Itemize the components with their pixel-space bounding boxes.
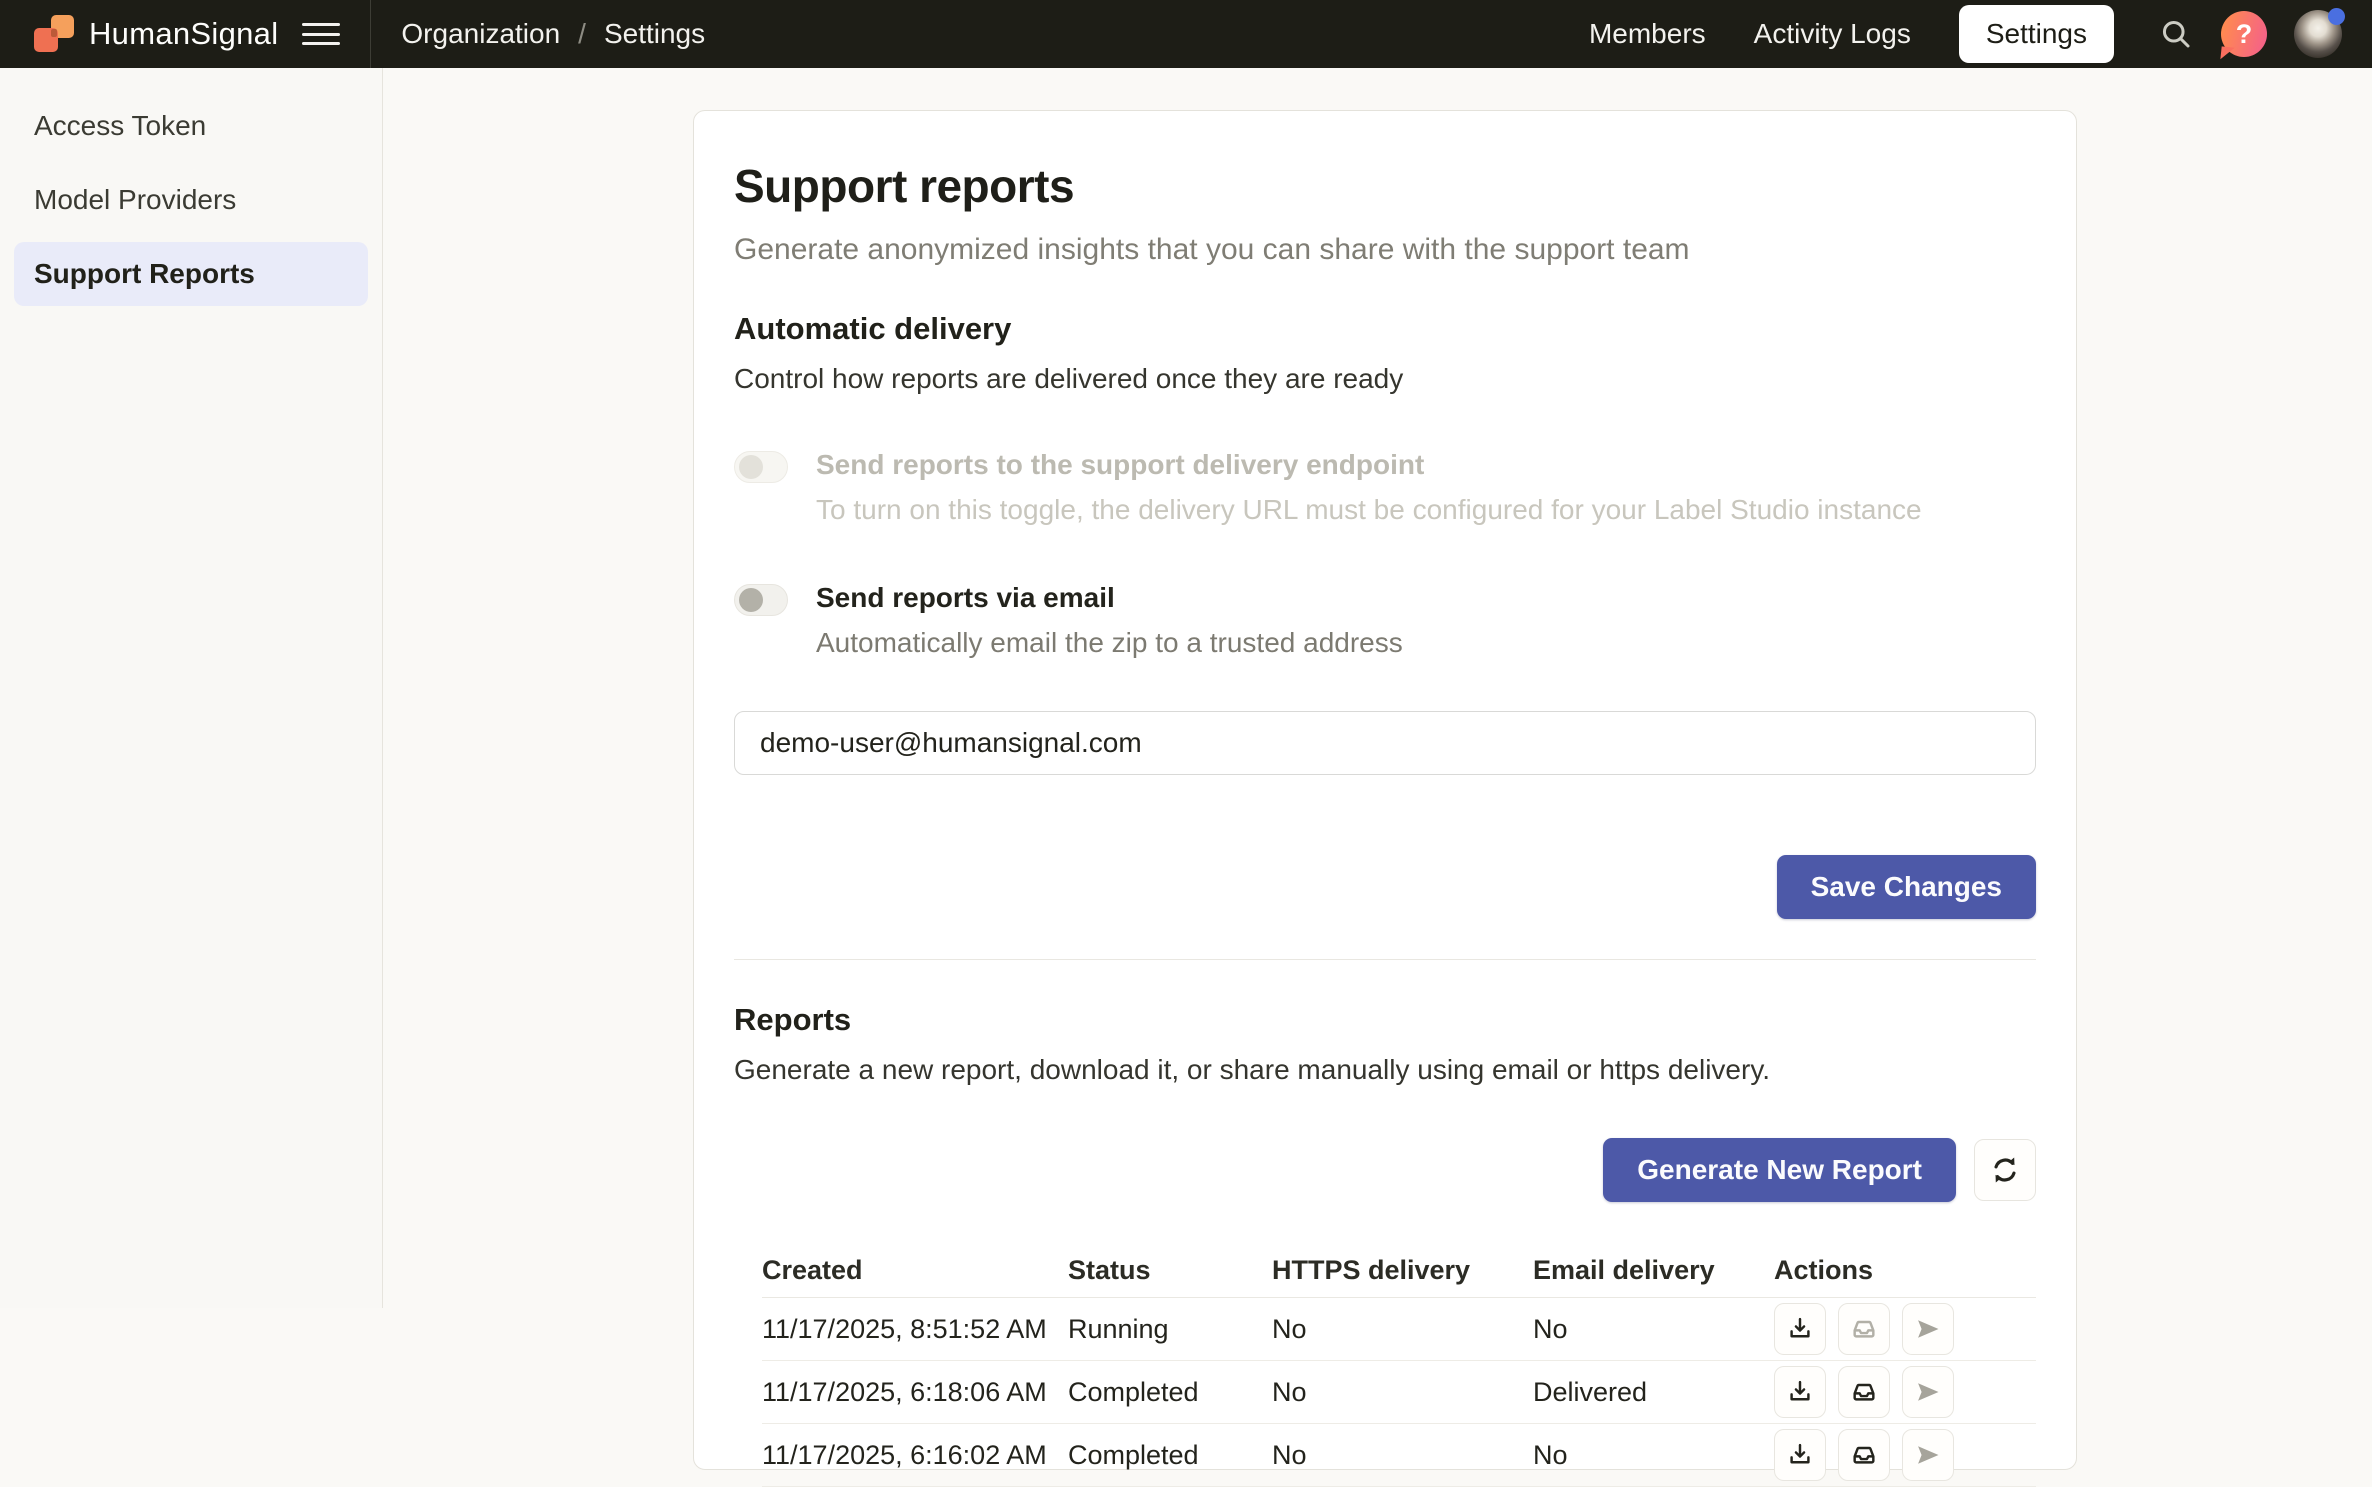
search-icon[interactable] [2158, 16, 2194, 52]
col-email-delivery: Email delivery [1533, 1255, 1774, 1286]
user-avatar[interactable] [2294, 10, 2342, 58]
cell-status: Completed [1068, 1440, 1272, 1471]
cell-https-delivery: No [1272, 1440, 1533, 1471]
row-actions [1774, 1366, 2036, 1418]
sidebar-item-access-token[interactable]: Access Token [14, 94, 368, 158]
sidebar-item-model-providers[interactable]: Model Providers [14, 168, 368, 232]
reports-table: Created Status HTTPS delivery Email deli… [762, 1244, 2036, 1487]
col-actions: Actions [1774, 1255, 2036, 1286]
row-actions [1774, 1303, 2036, 1355]
col-created: Created [762, 1255, 1068, 1286]
table-row: 11/17/2025, 6:18:06 AM Completed No Deli… [762, 1361, 2036, 1424]
logo-text: HumanSignal [89, 16, 278, 52]
send-icon[interactable] [1902, 1366, 1954, 1418]
reports-actions-row: Generate New Report [734, 1138, 2036, 1202]
cell-status: Running [1068, 1314, 1272, 1345]
settings-sidebar: Access Token Model Providers Support Rep… [0, 68, 383, 1308]
cell-created: 11/17/2025, 6:16:02 AM [762, 1440, 1068, 1471]
send-icon[interactable] [1902, 1429, 1954, 1481]
table-row: 11/17/2025, 8:51:52 AM Running No No [762, 1298, 2036, 1361]
reports-heading: Reports [734, 1002, 2036, 1038]
breadcrumb-organization[interactable]: Organization [401, 18, 560, 50]
col-status: Status [1068, 1255, 1272, 1286]
generate-new-report-button[interactable]: Generate New Report [1603, 1138, 1956, 1202]
email-toggle-row: Send reports via email Automatically ema… [734, 582, 2036, 659]
toggle-knob [739, 455, 763, 479]
top-navigation-bar: HumanSignal Organization / Settings Memb… [0, 0, 2372, 68]
inbox-icon[interactable] [1838, 1429, 1890, 1481]
help-icon[interactable]: ? [2221, 11, 2267, 57]
sidebar-item-support-reports[interactable]: Support Reports [14, 242, 368, 306]
nav-settings[interactable]: Settings [1959, 5, 2114, 63]
email-toggle-help: Automatically email the zip to a trusted… [816, 627, 1403, 659]
reports-description: Generate a new report, download it, or s… [734, 1054, 2036, 1086]
top-nav-links: Members Activity Logs Settings [1589, 5, 2114, 63]
toggle-knob [739, 588, 763, 612]
cell-https-delivery: No [1272, 1377, 1533, 1408]
inbox-icon[interactable] [1838, 1303, 1890, 1355]
row-actions [1774, 1429, 2036, 1481]
section-divider [734, 959, 2036, 960]
endpoint-toggle-help: To turn on this toggle, the delivery URL… [816, 494, 1922, 526]
endpoint-toggle-row: Send reports to the support delivery end… [734, 449, 2036, 526]
download-icon[interactable] [1774, 1429, 1826, 1481]
automatic-delivery-description: Control how reports are delivered once t… [734, 363, 2036, 395]
cell-email-delivery: No [1533, 1314, 1774, 1345]
cell-created: 11/17/2025, 8:51:52 AM [762, 1314, 1068, 1345]
save-changes-button[interactable]: Save Changes [1777, 855, 2036, 919]
breadcrumb: Organization / Settings [370, 0, 705, 68]
humansignal-logo-icon [34, 14, 74, 54]
menu-icon[interactable] [302, 19, 340, 49]
nav-activity-logs[interactable]: Activity Logs [1754, 18, 1911, 50]
topbar-icon-group: ? [2158, 10, 2342, 58]
refresh-icon[interactable] [1974, 1139, 2036, 1201]
table-row: 11/17/2025, 6:16:02 AM Completed No No [762, 1424, 2036, 1487]
page-title: Support reports [734, 159, 2036, 213]
email-delivery-toggle[interactable] [734, 584, 788, 616]
save-row: Save Changes [734, 855, 2036, 919]
breadcrumb-settings[interactable]: Settings [604, 18, 705, 50]
breadcrumb-separator: / [578, 18, 586, 50]
page-subtitle: Generate anonymized insights that you ca… [734, 233, 2036, 267]
support-reports-card: Support reports Generate anonymized insi… [693, 110, 2077, 1470]
endpoint-toggle-label: Send reports to the support delivery end… [816, 449, 1922, 481]
cell-created: 11/17/2025, 6:18:06 AM [762, 1377, 1068, 1408]
avatar-status-dot-icon [2328, 8, 2345, 25]
reports-table-header: Created Status HTTPS delivery Email deli… [762, 1244, 2036, 1298]
cell-email-delivery: Delivered [1533, 1377, 1774, 1408]
col-https-delivery: HTTPS delivery [1272, 1255, 1533, 1286]
cell-status: Completed [1068, 1377, 1272, 1408]
download-icon[interactable] [1774, 1366, 1826, 1418]
endpoint-delivery-toggle [734, 451, 788, 483]
send-icon[interactable] [1902, 1303, 1954, 1355]
automatic-delivery-heading: Automatic delivery [734, 311, 2036, 347]
cell-https-delivery: No [1272, 1314, 1533, 1345]
nav-members[interactable]: Members [1589, 18, 1706, 50]
humansignal-logo[interactable]: HumanSignal [0, 14, 278, 54]
help-question-mark: ? [2236, 19, 2253, 50]
download-icon[interactable] [1774, 1303, 1826, 1355]
trusted-email-input[interactable] [734, 711, 2036, 775]
inbox-icon[interactable] [1838, 1366, 1890, 1418]
email-toggle-label: Send reports via email [816, 582, 1403, 614]
cell-email-delivery: No [1533, 1440, 1774, 1471]
